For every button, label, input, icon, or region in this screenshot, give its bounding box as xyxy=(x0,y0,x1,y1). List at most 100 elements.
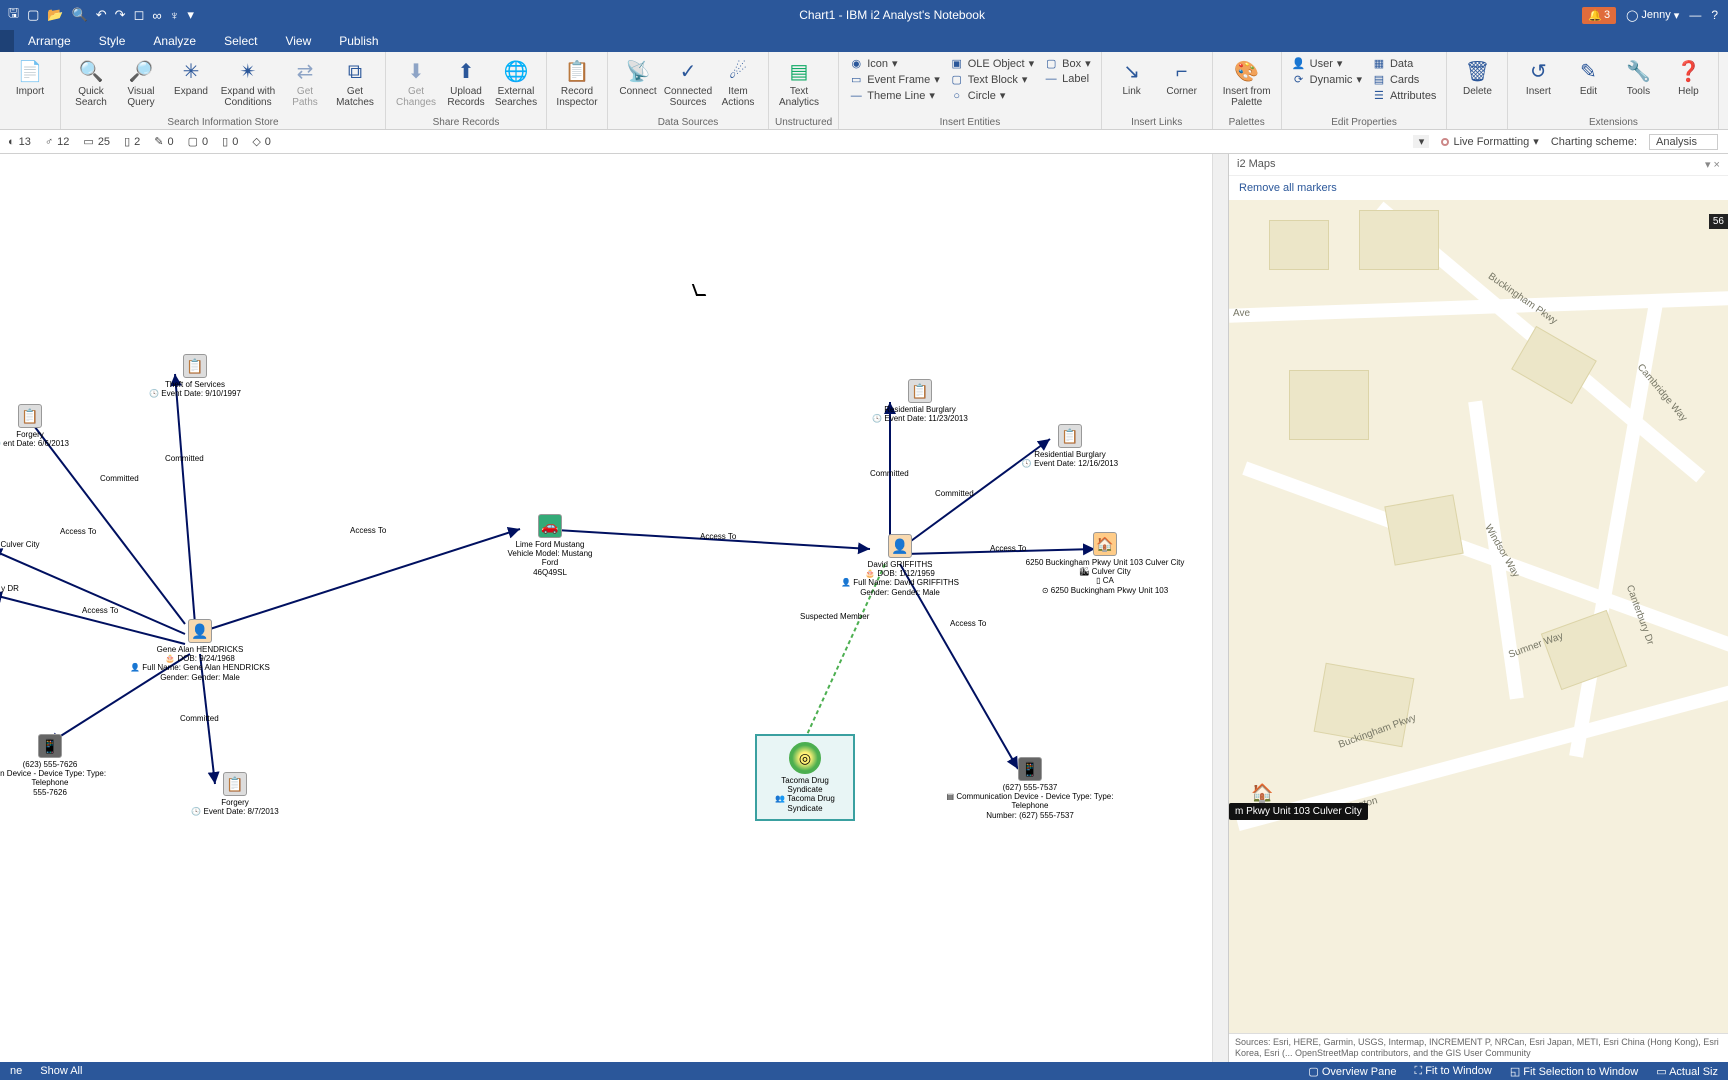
connect-button[interactable]: 📡Connect xyxy=(614,54,662,97)
live-formatting-toggle[interactable]: Live Formatting ▾ xyxy=(1441,135,1538,148)
map-marker[interactable]: m Pkwy Unit 103 Culver City xyxy=(1229,803,1368,820)
event-icon: 📋 xyxy=(18,404,42,428)
status-left-1[interactable]: ne xyxy=(10,1065,22,1077)
remove-all-markers-link[interactable]: Remove all markers xyxy=(1229,176,1728,200)
corner-button[interactable]: ⌐Corner xyxy=(1158,54,1206,97)
get-matches-button[interactable]: ⧉Get Matches xyxy=(331,54,379,108)
tab-select[interactable]: Select xyxy=(210,31,271,51)
delete-button[interactable]: 🗑Delete xyxy=(1453,54,1501,97)
icon-button[interactable]: ◉Icon ▾ xyxy=(845,56,944,71)
box-button[interactable]: ▢Box ▾ xyxy=(1040,56,1095,71)
edit-ext-button[interactable]: ✎Edit xyxy=(1564,54,1612,97)
node-house[interactable]: 🏠 6250 Buckingham Pkwy Unit 103 Culver C… xyxy=(1020,532,1190,595)
node-desc: Communication Device - Device Type: Type… xyxy=(956,792,1113,810)
count-4: ▯2 xyxy=(124,135,140,148)
node-ydr[interactable]: y DR xyxy=(0,584,30,593)
tab-view[interactable]: View xyxy=(271,31,325,51)
ole-object-button[interactable]: ▣OLE Object ▾ xyxy=(946,56,1038,71)
user-props-button[interactable]: 👤User ▾ xyxy=(1288,56,1366,71)
connected-sources-button[interactable]: ✓Connected Sources xyxy=(664,54,712,108)
import-button[interactable]: 📄Import xyxy=(6,54,54,97)
quick-search-button[interactable]: 🔍Quick Search xyxy=(67,54,115,108)
open-icon[interactable]: 📂 xyxy=(47,7,63,23)
link-label: Access To xyxy=(350,526,386,535)
dynamic-button[interactable]: ⟳Dynamic ▾ xyxy=(1288,72,1366,87)
upload-records-button[interactable]: ⬆Upload Records xyxy=(442,54,490,108)
visual-query-button[interactable]: 🔎Visual Query xyxy=(117,54,165,108)
tab-analyze[interactable]: Analyze xyxy=(139,31,210,51)
file-tab[interactable] xyxy=(0,30,14,52)
item-actions-button[interactable]: ☄Item Actions xyxy=(714,54,762,108)
theme-line-button[interactable]: —Theme Line ▾ xyxy=(845,88,944,103)
link-button[interactable]: ↘Link xyxy=(1108,54,1156,97)
node-syndicate-selected[interactable]: ◎ Tacoma Drug Syndicate 👥 Tacoma Drug Sy… xyxy=(755,734,855,821)
tools-ext-button[interactable]: 🔧Tools xyxy=(1614,54,1662,97)
link-icon[interactable]: ∞ xyxy=(152,8,161,23)
node-culver-city[interactable]: Culver City xyxy=(0,540,50,549)
event-frame-button[interactable]: ▭Event Frame ▾ xyxy=(845,72,944,87)
node-res-burglary-2[interactable]: 📋 Residential Burglary 🕓 Event Date: 12/… xyxy=(1010,424,1130,468)
qat-dropdown-icon[interactable]: ▾ xyxy=(187,7,194,23)
external-searches-button[interactable]: 🌐External Searches xyxy=(492,54,540,108)
theme-line-label: Theme Line xyxy=(867,90,925,102)
node-vehicle[interactable]: 🚗 Lime Ford Mustang Vehicle Model: Musta… xyxy=(490,514,610,577)
text-block-button[interactable]: ▢Text Block ▾ xyxy=(946,72,1038,87)
hierarchy-icon[interactable]: ♆ xyxy=(170,8,180,23)
map-marker-label: m Pkwy Unit 103 Culver City xyxy=(1235,806,1362,817)
insert-palette-button[interactable]: 🎨Insert from Palette xyxy=(1219,54,1275,108)
status-left-2[interactable]: Show All xyxy=(40,1065,82,1077)
node-theft[interactable]: 📋 Theft of Services 🕓 Event Date: 9/10/1… xyxy=(140,354,250,398)
get-changes-button[interactable]: ⬇Get Changes xyxy=(392,54,440,108)
undo-icon[interactable]: ↶ xyxy=(96,7,107,23)
node-forgery-1[interactable]: 📋 Forgery 🕓 ent Date: 6/6/2013 xyxy=(0,404,70,448)
attributes-label: Attributes xyxy=(1390,90,1436,102)
save-icon[interactable]: 🖫 xyxy=(8,4,19,26)
node-phone-2[interactable]: 📱 (627) 555-7537 ▤ Communication Device … xyxy=(940,757,1120,820)
node-phone-1[interactable]: 📱 (623) 555-7626 ion Device - Device Typ… xyxy=(0,734,110,797)
attributes-button[interactable]: ☰Attributes xyxy=(1368,88,1440,103)
group-insert-entities-label: Insert Entities xyxy=(845,117,1094,129)
help-ext-button[interactable]: ❓Help xyxy=(1664,54,1712,97)
label-button[interactable]: —Label xyxy=(1040,72,1095,86)
expand-cond-button[interactable]: ✴Expand with Conditions xyxy=(217,54,279,108)
help-icon[interactable]: ? xyxy=(1711,8,1718,22)
tab-arrange[interactable]: Arrange xyxy=(14,31,85,51)
charting-scheme-select[interactable]: Analysis xyxy=(1649,134,1718,150)
map-view[interactable]: 56 Ave Buckingham Pkwy Cambridge Way Win… xyxy=(1229,200,1728,1033)
search-icon[interactable]: 🔍 xyxy=(72,7,88,23)
link-label: Access To xyxy=(60,527,96,536)
circle-button[interactable]: ○Circle ▾ xyxy=(946,88,1038,103)
expand-button[interactable]: ✳Expand xyxy=(167,54,215,97)
canvas-scrollbar[interactable] xyxy=(1212,154,1228,1062)
text-analytics-button[interactable]: ▤Text Analytics xyxy=(775,54,823,108)
tab-style[interactable]: Style xyxy=(85,31,140,51)
node-david[interactable]: 👤 David GRIFFITHS 🎂 DOB: 1/12/1959 👤 Ful… xyxy=(830,534,970,597)
user-menu[interactable]: ◯ Jenny ▾ xyxy=(1626,9,1679,22)
tab-publish[interactable]: Publish xyxy=(325,31,392,51)
node-icon[interactable]: ◻ xyxy=(134,7,145,23)
actual-size-button[interactable]: ▭ Actual Siz xyxy=(1656,1065,1718,1078)
node-gene[interactable]: 👤 Gene Alan HENDRICKS 🎂 DOB: 9/24/1968 👤… xyxy=(130,619,270,682)
link-label: Access To xyxy=(82,606,118,615)
house-marker-icon: 🏠 xyxy=(1251,783,1273,804)
record-inspector-button[interactable]: 📋Record Inspector xyxy=(553,54,601,108)
new-icon[interactable]: ▢ xyxy=(27,7,39,23)
redo-icon[interactable]: ↷ xyxy=(115,7,126,23)
fit-selection-button[interactable]: ◱ Fit Selection to Window xyxy=(1510,1065,1638,1078)
fit-window-button[interactable]: ⛶ Fit to Window xyxy=(1414,1065,1491,1078)
get-paths-button[interactable]: ⇄Get Paths xyxy=(281,54,329,108)
node-forgery-2[interactable]: 📋 Forgery 🕓 Event Date: 8/7/2013 xyxy=(180,772,290,816)
notification-badge[interactable]: 🔔 3 xyxy=(1582,7,1616,24)
chart-canvas[interactable]: 📋 Theft of Services 🕓 Event Date: 9/10/1… xyxy=(0,154,1212,1062)
map-pane-dropdown-icon[interactable]: ▾ × xyxy=(1705,158,1720,171)
minimize-icon[interactable]: — xyxy=(1689,8,1701,22)
collapse-arrow-icon[interactable]: ▾ xyxy=(1413,135,1429,148)
count-8: ◇0 xyxy=(252,135,271,148)
cards-button[interactable]: ▤Cards xyxy=(1368,72,1440,87)
quick-search-label: Quick Search xyxy=(75,86,107,108)
node-date: Event Date: 11/23/2013 xyxy=(884,414,967,423)
insert-ext-button[interactable]: ↺Insert xyxy=(1514,54,1562,97)
node-res-burglary-1[interactable]: 📋 Residential Burglary 🕓 Event Date: 11/… xyxy=(860,379,980,423)
overview-pane-button[interactable]: ▢ Overview Pane xyxy=(1308,1065,1396,1078)
data-button[interactable]: ▦Data xyxy=(1368,56,1440,71)
